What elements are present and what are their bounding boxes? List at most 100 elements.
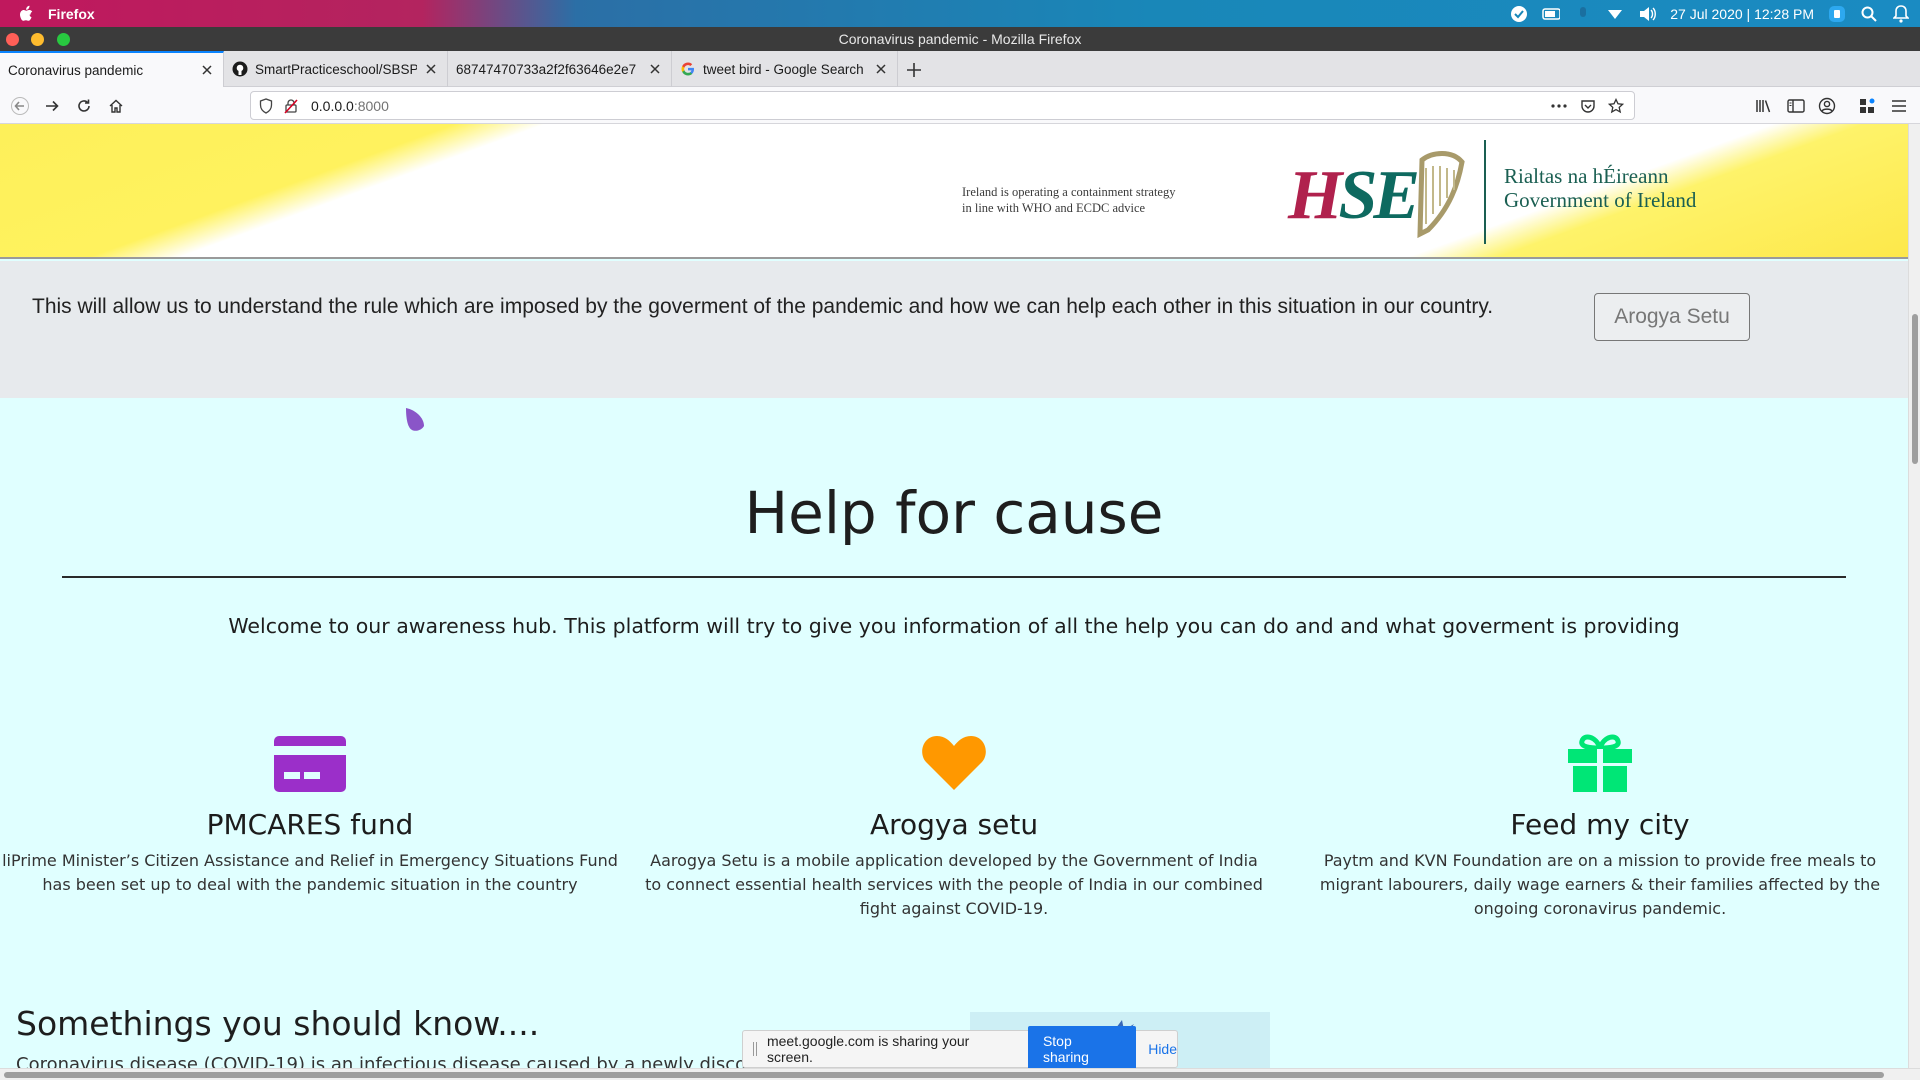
feature-arogya-setu: Arogya setu Aarogya Setu is a mobile app… — [644, 728, 1264, 921]
github-icon — [232, 61, 248, 77]
system-menubar: Firefox 27 Jul 2020 | 12:28 PM — [0, 0, 1920, 27]
feature-description: Aarogya Setu is a mobile application dev… — [645, 851, 1263, 918]
bell-icon[interactable] — [1892, 4, 1910, 23]
url-text[interactable]: 0.0.0.0:8000 — [311, 98, 389, 114]
reload-icon — [78, 99, 90, 112]
tab-image-hash[interactable]: 68747470733a2f2f63646e2e7 — [448, 51, 672, 87]
hide-sharing-button[interactable]: Hide — [1148, 1041, 1177, 1057]
home-icon — [109, 99, 123, 113]
banner-strategy-text: Ireland is operating a containment strat… — [962, 184, 1232, 216]
check-circle-icon[interactable] — [1510, 5, 1528, 23]
library-icon — [1756, 100, 1771, 113]
active-app-name[interactable]: Firefox — [48, 6, 95, 22]
heading-divider — [62, 576, 1846, 578]
help-subtitle: Welcome to our awareness hub. This platf… — [228, 614, 1680, 638]
stop-sharing-button[interactable]: Stop sharing — [1027, 1026, 1137, 1072]
hamburger-menu-icon — [1892, 100, 1906, 112]
page-viewport: Ireland is operating a containment strat… — [0, 124, 1908, 1068]
tab-google-search[interactable]: tweet bird - Google Search — [672, 51, 898, 87]
menu-button[interactable] — [1887, 94, 1911, 118]
sidebar-button[interactable] — [1784, 94, 1808, 118]
hse-logo-h: H — [1288, 157, 1342, 234]
close-tab-icon[interactable] — [873, 61, 889, 77]
feature-title: Arogya setu — [869, 808, 1039, 841]
hse-logo-se: SE — [1338, 157, 1420, 234]
shield-icon[interactable] — [259, 97, 277, 114]
horizontal-scrollbar[interactable] — [0, 1068, 1920, 1080]
tab-label: SmartPracticeschool/SBSP — [255, 61, 417, 77]
wifi-icon[interactable] — [1606, 5, 1624, 23]
feature-description: Paytm and KVN Foundation are on a missio… — [1319, 851, 1881, 918]
harp-emblem-icon — [1408, 150, 1470, 239]
gov-line-irish: Rialtas na hÉireann — [1504, 164, 1669, 188]
banner-strategy-line: in line with WHO and ECDC advice — [962, 201, 1146, 215]
vertical-scrollbar[interactable] — [1908, 124, 1920, 1068]
minimize-window-button[interactable] — [31, 33, 44, 46]
reload-button[interactable] — [72, 94, 96, 118]
new-tab-button[interactable] — [902, 58, 926, 82]
address-bar[interactable]: 0.0.0.0:8000 — [250, 91, 1635, 120]
gift-icon — [1290, 728, 1908, 792]
close-tab-icon[interactable] — [199, 62, 215, 78]
account-icon — [1818, 97, 1836, 115]
tab-label: Coronavirus pandemic — [8, 62, 144, 78]
search-icon[interactable] — [1860, 5, 1878, 23]
hse-logo: HSE — [1288, 156, 1420, 236]
url-port: :8000 — [353, 97, 389, 114]
credit-card-icon — [0, 728, 620, 792]
window-title: Coronavirus pandemic - Mozilla Firefox — [838, 31, 1082, 47]
bookmark-star-icon[interactable] — [1607, 97, 1625, 117]
pocket-icon[interactable] — [1580, 98, 1596, 117]
close-window-button[interactable] — [6, 33, 19, 46]
horizontal-scroll-thumb[interactable] — [4, 1072, 1884, 1078]
heart-icon — [644, 728, 1264, 792]
maximize-window-button[interactable] — [57, 33, 70, 46]
government-of-ireland-text: Rialtas na hÉireann Government of Irelan… — [1504, 164, 1696, 212]
feature-title: Feed my city — [1510, 808, 1690, 841]
tab-coronavirus-pandemic[interactable]: Coronavirus pandemic — [0, 51, 224, 87]
account-button[interactable] — [1815, 94, 1839, 118]
banner-strategy-line: Ireland is operating a containment strat… — [962, 185, 1176, 199]
forward-button[interactable] — [40, 94, 64, 118]
info-text: This will allow us to understand the rul… — [32, 295, 1494, 318]
tab-strip: Coronavirus pandemic SmartPracticeschool… — [0, 51, 1920, 87]
vertical-scroll-thumb[interactable] — [1912, 314, 1918, 464]
notification-badge-icon[interactable] — [1828, 5, 1846, 23]
window-titlebar: Coronavirus pandemic - Mozilla Firefox — [0, 27, 1920, 51]
close-tab-icon[interactable] — [423, 61, 439, 77]
tab-smartpracticeschool[interactable]: SmartPracticeschool/SBSP — [224, 51, 448, 87]
drag-handle[interactable] — [753, 1042, 757, 1056]
feature-feed-my-city: Feed my city Paytm and KVN Foundation ar… — [1290, 728, 1908, 921]
navigation-toolbar: 0.0.0.0:8000 — [0, 87, 1920, 124]
extensions-icon — [1860, 98, 1875, 113]
help-for-cause-heading: Help for cause — [744, 479, 1164, 547]
somethings-you-should-know-heading: Somethings you should know.... — [16, 1004, 540, 1043]
feature-description: liPrime Minister’s Citizen Assistance an… — [2, 851, 618, 894]
clock-datetime[interactable]: 27 Jul 2020 | 12:28 PM — [1670, 6, 1814, 22]
volume-icon[interactable] — [1638, 5, 1657, 23]
battery-icon[interactable] — [1542, 5, 1561, 23]
back-button[interactable] — [8, 94, 32, 118]
arogya-setu-button[interactable]: Arogya Setu — [1594, 293, 1750, 341]
home-button[interactable] — [104, 94, 128, 118]
feature-title: PMCARES fund — [206, 808, 414, 841]
tab-label: tweet bird - Google Search — [703, 61, 864, 77]
insecure-lock-icon[interactable] — [283, 98, 303, 114]
mouse-cursor-icon — [404, 406, 426, 434]
sidebar-icon — [1787, 99, 1805, 113]
info-strip: This will allow us to understand the rul… — [0, 261, 1908, 398]
microphone-icon[interactable] — [1574, 5, 1592, 23]
back-arrow-icon — [11, 97, 29, 115]
ireland-banner-image: Ireland is operating a containment strat… — [0, 124, 1908, 259]
apple-icon[interactable] — [16, 3, 38, 25]
tab-label: 68747470733a2f2f63646e2e7 — [456, 61, 637, 77]
close-tab-icon[interactable] — [647, 61, 663, 77]
gov-line-english: Government of Ireland — [1504, 188, 1697, 212]
extensions-button[interactable] — [1855, 94, 1879, 118]
page-actions-icon[interactable] — [1550, 98, 1568, 117]
url-host: 0.0.0.0 — [311, 97, 354, 114]
library-button[interactable] — [1752, 94, 1776, 118]
sharing-message: meet.google.com is sharing your screen. — [766, 1033, 970, 1065]
banner-divider — [1484, 140, 1486, 244]
plus-icon — [907, 63, 921, 77]
